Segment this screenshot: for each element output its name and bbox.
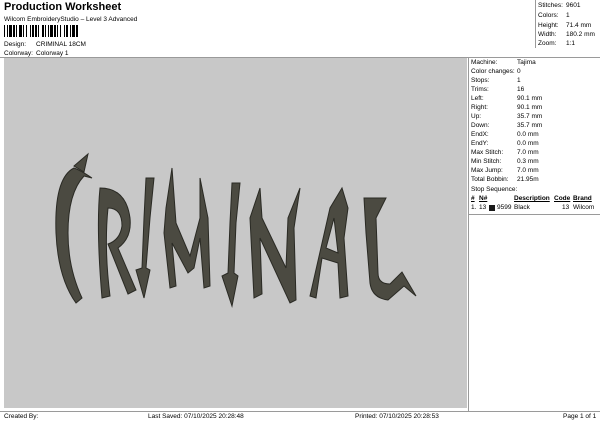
table-bottom-rule — [468, 214, 600, 215]
colorway-label: Colorway: — [4, 50, 33, 57]
col-code: Code — [554, 195, 571, 202]
design-preview — [4, 58, 467, 408]
letter-i-2 — [221, 182, 241, 308]
left-row: Left: 90.1 mm — [471, 95, 543, 102]
footer-divider — [0, 411, 600, 412]
endx-row: EndX: 0.0 mm — [471, 131, 539, 138]
letter-a — [309, 186, 349, 299]
machine-row: Machine: Tajima — [471, 59, 536, 66]
stat-colors: Colors: 1 — [538, 12, 570, 19]
embroidery-design — [55, 152, 417, 308]
design-label: Design: — [4, 41, 27, 48]
created-by: Created By: — [4, 413, 39, 420]
colorway-row: Colorway: Colorway 1 — [4, 50, 69, 57]
col-description: Description — [514, 195, 550, 202]
barcode — [4, 25, 78, 37]
letter-n — [249, 187, 301, 304]
col-num: # — [471, 195, 475, 202]
stat-stitches: Stitches: 9601 — [538, 2, 581, 9]
design-value: CRIMINAL 18CM — [36, 41, 86, 48]
stop-sequence-title: Stop Sequence: — [471, 186, 518, 193]
page-number: Page 1 of 1 — [563, 413, 597, 420]
stat-zoom: Zoom: 1:1 — [538, 40, 576, 47]
stops-row: Stops: 1 — [471, 77, 521, 84]
colorway-value: Colorway 1 — [36, 50, 69, 57]
last-saved: Last Saved: 07/10/2025 20:28:48 — [148, 413, 244, 420]
stat-width: Width: 180.2 mm — [538, 31, 595, 38]
stats-divider — [535, 0, 536, 48]
letter-r — [97, 187, 137, 299]
design-row: Design: CRIMINAL 18CM — [4, 41, 86, 48]
trims-row: Trims: 16 — [471, 86, 525, 93]
color-changes-row: Color changes: 0 — [471, 68, 521, 75]
total-bobbin-row: Total Bobbin: 21.95m — [471, 176, 539, 183]
right-row: Right: 90.1 mm — [471, 104, 543, 111]
letter-i-1 — [135, 177, 155, 299]
letter-c — [55, 167, 93, 304]
printed: Printed: 07/10/2025 20:28:53 — [355, 413, 439, 420]
stat-height: Height: 71.4 mm — [538, 22, 592, 29]
page-title: Production Worksheet — [4, 1, 122, 13]
min-stitch-row: Min Stitch: 0.3 mm — [471, 158, 539, 165]
max-jump-row: Max Jump: 7.0 mm — [471, 167, 539, 174]
thread-swatch — [489, 205, 495, 211]
up-row: Up: 35.7 mm — [471, 113, 543, 120]
letter-m — [163, 167, 211, 289]
software-subtitle: Wilcom EmbroideryStudio – Level 3 Advanc… — [4, 16, 138, 23]
max-stitch-row: Max Stitch: 7.0 mm — [471, 149, 539, 156]
panel-divider — [468, 58, 469, 411]
letter-l — [363, 197, 417, 301]
col-brand: Brand — [573, 195, 592, 202]
table-row: 1. 13 9599 Black 13 Wilcom — [471, 204, 595, 211]
down-row: Down: 35.7 mm — [471, 122, 543, 129]
col-n: N# — [479, 195, 488, 202]
endy-row: EndY: 0.0 mm — [471, 140, 539, 147]
